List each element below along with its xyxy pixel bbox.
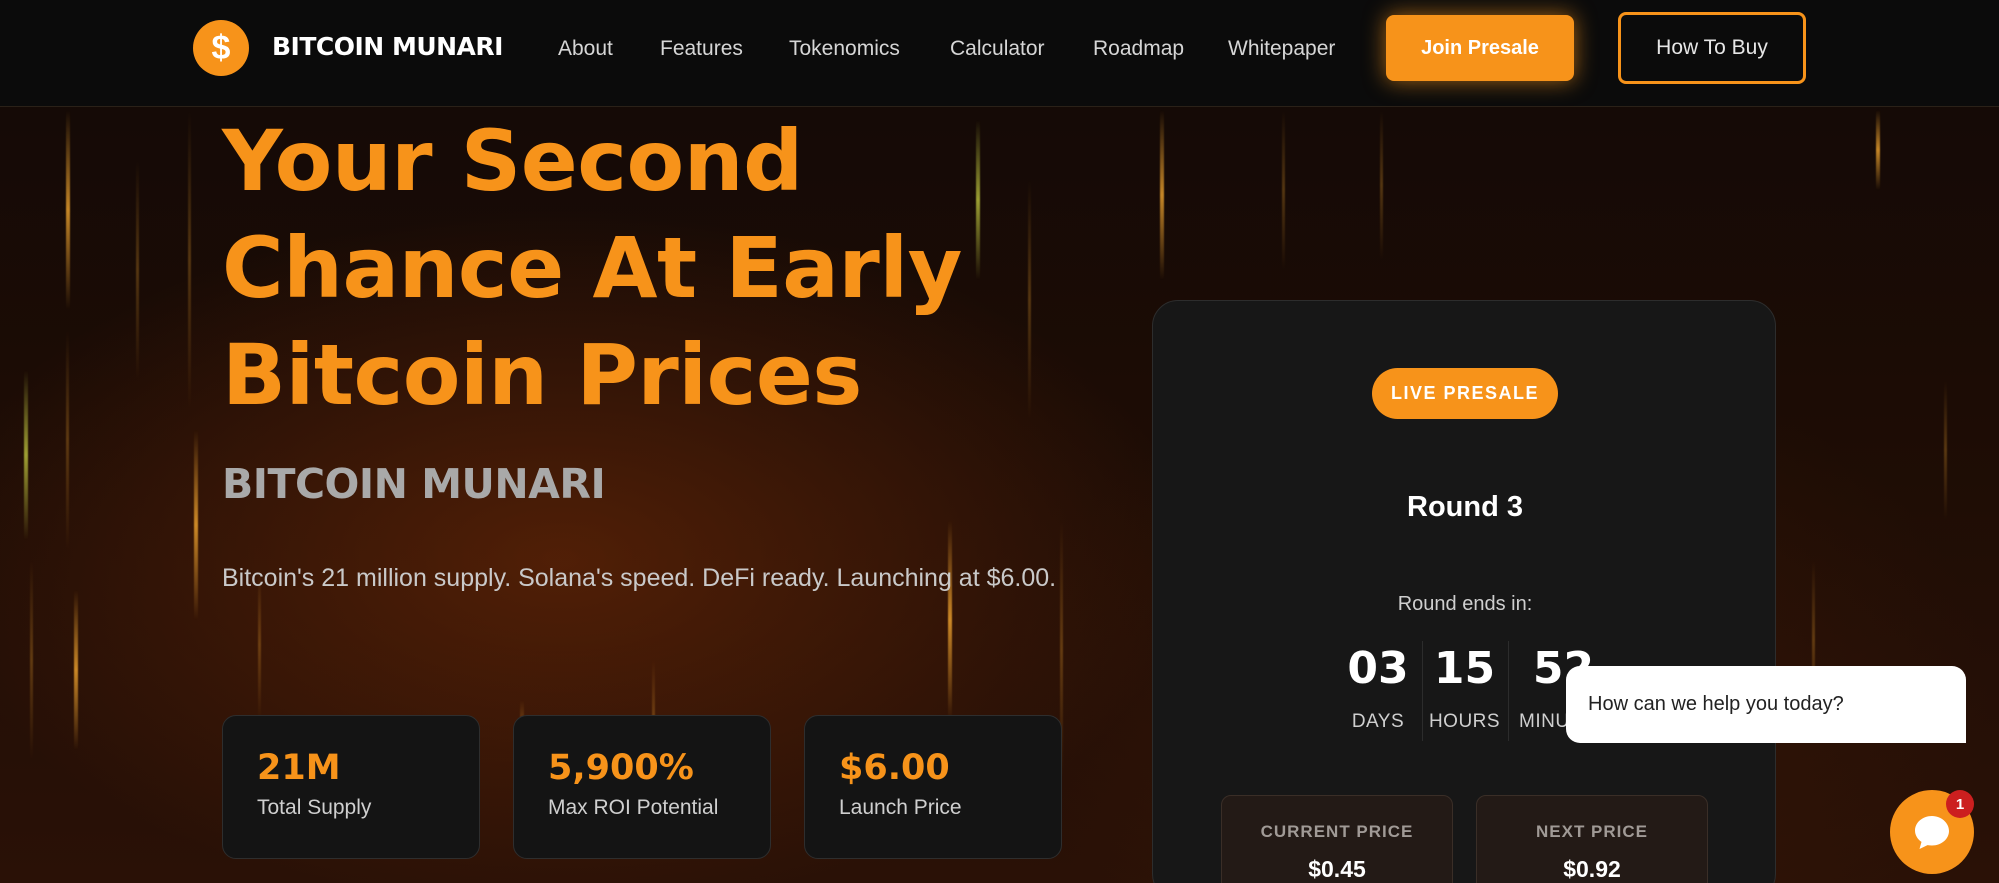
hero-description: Bitcoin's 21 million supply. Solana's sp… [222, 564, 1057, 592]
stat-value: $6.00 [839, 748, 950, 788]
countdown-value: 15 [1433, 643, 1496, 694]
round-ends-label: Round ends in: [1397, 593, 1533, 615]
how-to-buy-button[interactable]: How To Buy [1618, 12, 1806, 84]
current-price-box: CURRENT PRICE $0.45 [1221, 795, 1453, 883]
countdown-unit: DAYS [1351, 711, 1405, 732]
next-price-box: NEXT PRICE $0.92 [1476, 795, 1708, 883]
stat-value: 21M [257, 748, 341, 788]
chat-icon [1915, 816, 1949, 849]
nav-link-tokenomics[interactable]: Tokenomics [789, 37, 900, 61]
stat-card-launch-price: $6.00 Launch Price [804, 715, 1062, 859]
nav-link-calculator[interactable]: Calculator [950, 37, 1045, 61]
countdown-value: 03 [1347, 643, 1409, 694]
hero-title-line: Chance At Early [222, 219, 962, 317]
nav-link-features[interactable]: Features [660, 37, 743, 61]
next-price-value: $0.92 [1563, 856, 1621, 882]
countdown-unit: HOURS [1428, 711, 1501, 732]
brand-name[interactable]: BITCOIN MUNARI [272, 32, 503, 61]
stat-label: Max ROI Potential [548, 796, 719, 819]
live-presale-badge: LIVE PRESALE [1372, 368, 1558, 419]
stat-card-max-roi: 5,900% Max ROI Potential [513, 715, 771, 859]
nav-link-about[interactable]: About [558, 37, 613, 61]
round-title: Round 3 [1407, 491, 1523, 523]
brand-logo-icon[interactable]: $ [193, 20, 249, 76]
join-presale-button[interactable]: Join Presale [1386, 15, 1574, 81]
current-price-label: CURRENT PRICE [1260, 822, 1414, 841]
stat-label: Total Supply [257, 796, 372, 819]
countdown-days: 03 DAYS [1336, 641, 1420, 741]
countdown-hours: 15 HOURS [1422, 641, 1506, 741]
hero-subtitle: BITCOIN MUNARI [222, 460, 606, 508]
chat-notification-badge: 1 [1946, 790, 1974, 818]
stat-label: Launch Price [839, 796, 962, 819]
nav-link-roadmap[interactable]: Roadmap [1093, 37, 1184, 61]
hero-title: Your Second Chance At Early Bitcoin Pric… [222, 108, 982, 429]
stat-value: 5,900% [548, 748, 694, 788]
nav-link-whitepaper[interactable]: Whitepaper [1228, 37, 1335, 61]
next-price-label: NEXT PRICE [1535, 822, 1649, 841]
top-navbar: $ BITCOIN MUNARI About Features Tokenomi… [0, 0, 1999, 107]
hero-title-line: Your Second [222, 112, 803, 210]
hero-title-line: Bitcoin Prices [222, 326, 862, 424]
chat-prompt-bubble[interactable]: How can we help you today? [1566, 666, 1966, 743]
current-price-value: $0.45 [1308, 856, 1366, 882]
presale-card: LIVE PRESALE Round 3 Round ends in: 03 D… [1152, 300, 1776, 883]
stat-card-total-supply: 21M Total Supply [222, 715, 480, 859]
